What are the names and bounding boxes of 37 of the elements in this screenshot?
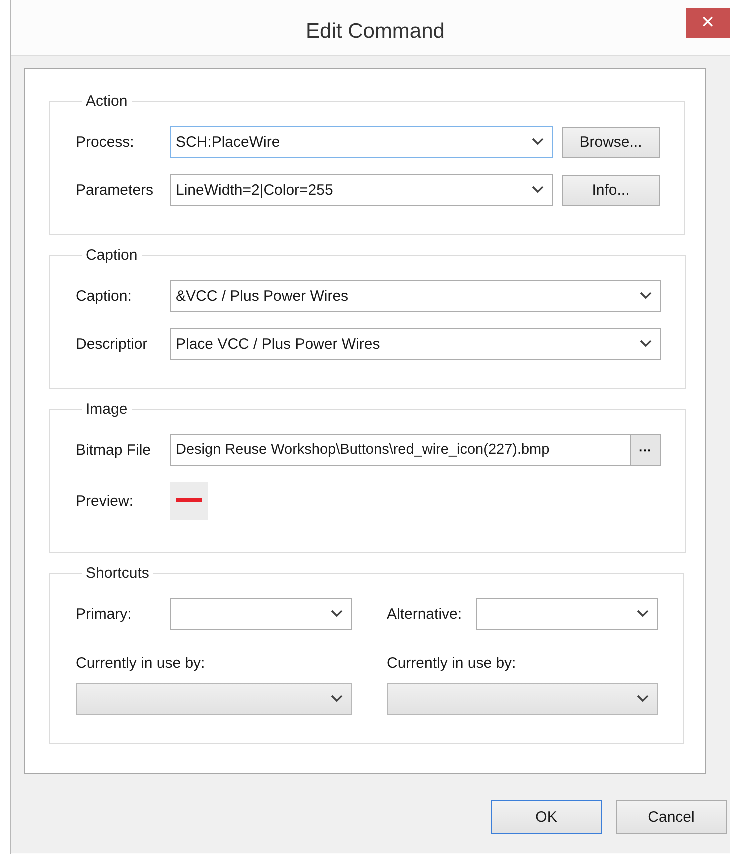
group-title: Action — [85, 93, 129, 110]
field-label: Parameters — [76, 182, 155, 198]
group-title: Shortcuts — [85, 565, 150, 582]
chevron-down-icon — [532, 138, 544, 146]
group-title: Image — [85, 401, 129, 418]
field-label: Process: — [76, 134, 136, 150]
combo-box[interactable]: &VCC / Plus Power Wires — [170, 280, 661, 312]
group-title: Caption — [85, 247, 139, 264]
dialog-button[interactable]: OK — [491, 800, 602, 834]
field-label: Descriptior — [76, 336, 149, 352]
browse-button[interactable]: ··· — [630, 435, 660, 465]
combo-box[interactable]: LineWidth=2|Color=255 — [170, 174, 553, 206]
field-label: Preview: — [76, 492, 135, 510]
chevron-down-icon — [637, 695, 649, 703]
dialog-button[interactable]: Cancel — [616, 800, 727, 834]
chevron-down-icon — [640, 340, 652, 348]
chevron-down-icon — [640, 292, 652, 300]
window-title: Edit Command — [306, 20, 445, 44]
field-label: Currently in use by: — [76, 655, 206, 672]
file-field[interactable]: Design Reuse Workshop\Buttons\red_wire_icon(227).bmp ··· — [170, 434, 661, 466]
combo-box[interactable] — [476, 598, 658, 630]
dialog-button[interactable]: Info... — [562, 174, 660, 206]
wire-preview-icon — [170, 482, 208, 520]
chevron-down-icon — [532, 186, 544, 194]
close-button[interactable]: ✕ — [686, 8, 730, 38]
field-label: Caption: — [76, 288, 133, 304]
field-label: Currently in use by: — [387, 655, 518, 672]
combo-box[interactable] — [170, 598, 352, 630]
field-label: Alternative: — [387, 606, 464, 622]
chevron-down-icon — [331, 695, 343, 703]
field-label: Bitmap File — [76, 442, 152, 458]
combo-box[interactable]: SCH:PlaceWire — [170, 126, 553, 158]
dialog-button[interactable]: Browse... — [562, 126, 660, 158]
combo-box[interactable]: Place VCC / Plus Power Wires — [170, 328, 661, 360]
chevron-down-icon — [331, 610, 343, 618]
field-label: Primary: — [76, 606, 133, 622]
chevron-down-icon — [637, 610, 649, 618]
